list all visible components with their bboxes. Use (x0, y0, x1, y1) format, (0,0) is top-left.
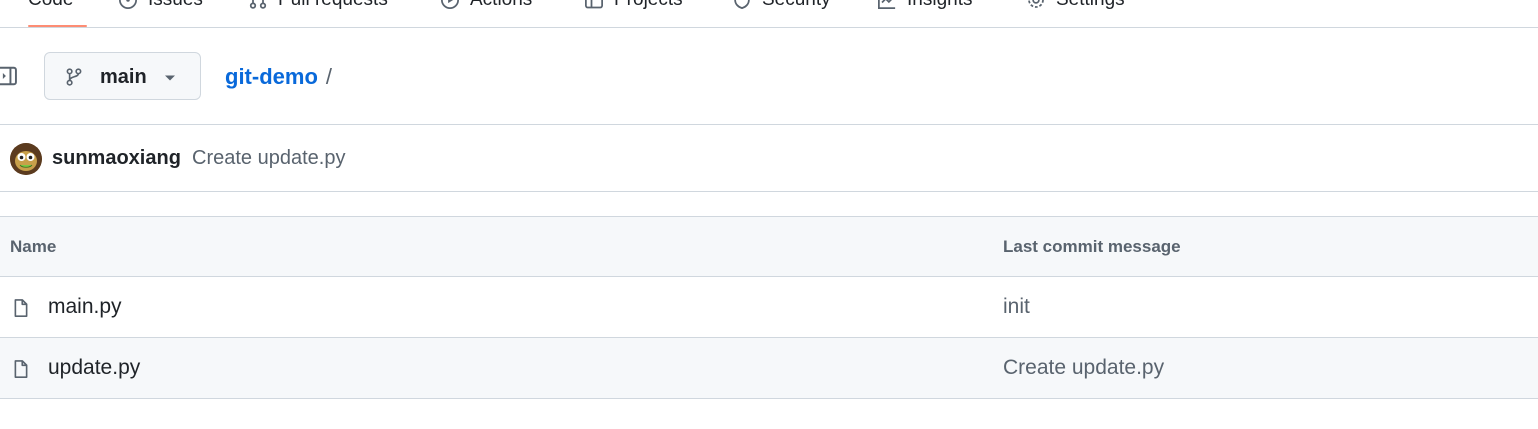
sidebar-expand-icon (0, 66, 17, 86)
graph-icon (878, 0, 896, 9)
tab-actions[interactable]: Actions (440, 0, 532, 12)
file-name-link[interactable]: main.py (48, 295, 122, 319)
tab-security[interactable]: Security (732, 0, 831, 12)
table-icon (585, 0, 603, 9)
breadcrumb-separator: / (325, 64, 333, 89)
chevron-down-icon (165, 75, 175, 81)
divider (0, 191, 1538, 192)
tab-pull-requests-label: Pull requests (278, 0, 388, 11)
expand-file-tree-button[interactable] (0, 64, 20, 88)
tab-issues-label: Issues (148, 0, 203, 11)
tab-projects-label: Projects (614, 0, 683, 11)
gear-icon (1028, 0, 1044, 8)
breadcrumb: git-demo / (225, 64, 332, 90)
tab-code-label: Code (28, 0, 73, 11)
repo-nav: Code Issues Pull requests Actions Projec… (0, 0, 1538, 28)
repo-link[interactable]: git-demo (225, 64, 318, 90)
column-header-last-commit: Last commit message (1003, 237, 1181, 256)
tab-settings-label: Settings (1056, 0, 1125, 11)
tab-security-label: Security (762, 0, 831, 11)
commit-author[interactable]: sunmaoxiang (52, 147, 181, 170)
avatar-image-icon (10, 143, 42, 175)
tab-actions-label: Actions (470, 0, 532, 11)
play-icon (441, 0, 459, 9)
shield-icon (734, 0, 750, 10)
issue-icon (119, 0, 137, 9)
table-header: Name Last commit message (0, 216, 1538, 277)
branch-select-button[interactable]: main (44, 52, 201, 100)
divider (0, 124, 1538, 125)
repo-page: Code Issues Pull requests Actions Projec… (0, 0, 1538, 429)
tab-issues[interactable]: Issues (118, 0, 203, 12)
git-branch-icon (66, 68, 82, 86)
tab-code[interactable]: Code (28, 0, 88, 27)
file-commit-message[interactable]: Create update.py (1003, 356, 1164, 380)
file-table: Name Last commit message main.py init up… (0, 216, 1538, 399)
file-icon (14, 299, 28, 317)
table-row[interactable]: main.py init (0, 277, 1538, 338)
commit-message[interactable]: Create update.py (192, 147, 345, 170)
pull-request-icon (249, 0, 267, 9)
column-header-name: Name (10, 237, 57, 256)
tab-projects[interactable]: Projects (584, 0, 683, 12)
table-row[interactable]: update.py Create update.py (0, 338, 1538, 399)
file-icon (14, 360, 28, 378)
branch-name: main (100, 66, 147, 88)
tab-insights[interactable]: Insights (877, 0, 972, 12)
file-commit-message[interactable]: init (1003, 295, 1030, 319)
file-name-link[interactable]: update.py (48, 356, 140, 380)
tab-settings[interactable]: Settings (1026, 0, 1125, 12)
tab-pull-requests[interactable]: Pull requests (248, 0, 388, 12)
tab-insights-label: Insights (907, 0, 972, 11)
avatar[interactable] (10, 143, 42, 175)
